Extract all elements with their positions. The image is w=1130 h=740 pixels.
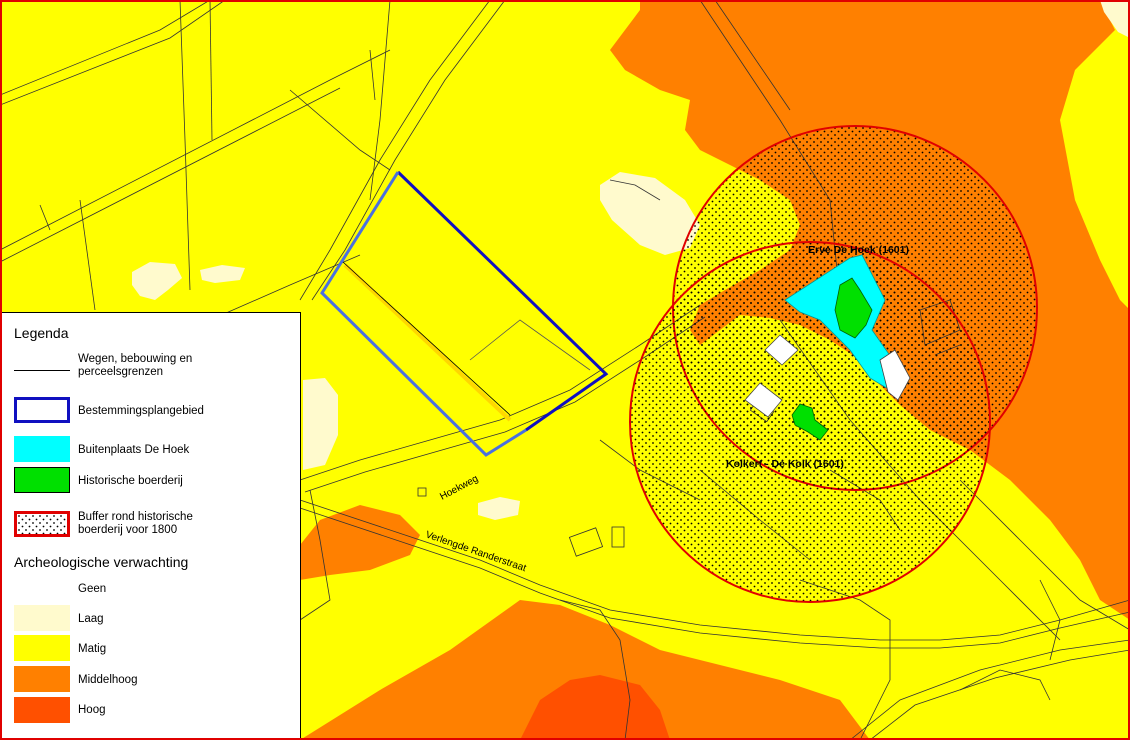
legend-title: Legenda (14, 325, 69, 341)
legend-label-middelhoog: Middelhoog (78, 674, 138, 686)
legend-symbol-geen (14, 575, 70, 601)
legend-label-boerderij: Historische boerderij (78, 475, 183, 487)
legend-label-plangebied: Bestemmingsplangebied (78, 405, 204, 417)
legend-label-buitenplaats: Buitenplaats De Hoek (78, 444, 190, 456)
legend-symbol-roads (14, 357, 70, 371)
legend-symbol-boerderij (14, 467, 70, 493)
label-kolkert-de-kolk: Kolkert - De Kolk (1601) (726, 458, 844, 470)
legend-symbol-middelhoog (14, 666, 70, 692)
legend-label-buffer: Buffer rond historische boerderij voor 1… (78, 511, 193, 536)
legend-label-geen: Geen (78, 583, 107, 595)
legend-symbol-laag (14, 605, 70, 631)
legend-label-laag: Laag (78, 613, 104, 625)
legend-symbol-buitenplaats (14, 436, 70, 462)
legend-symbol-matig (14, 635, 70, 661)
legend-symbol-buffer (14, 511, 70, 537)
legend-panel: Legenda Wegen, bebouwing en perceelsgren… (2, 312, 301, 738)
legend-label-hoog: Hoog (78, 704, 106, 716)
legend-label-matig: Matig (78, 643, 107, 655)
legend-symbol-plangebied (14, 397, 70, 423)
legend-symbol-hoog (14, 697, 70, 723)
label-erve-de-hoek: Erve De Hoek (1601) (808, 244, 909, 256)
legend-label-roads: Wegen, bebouwing en perceelsgrenzen (78, 353, 193, 378)
legend-arch-title: Archeologische verwachting (14, 554, 189, 570)
